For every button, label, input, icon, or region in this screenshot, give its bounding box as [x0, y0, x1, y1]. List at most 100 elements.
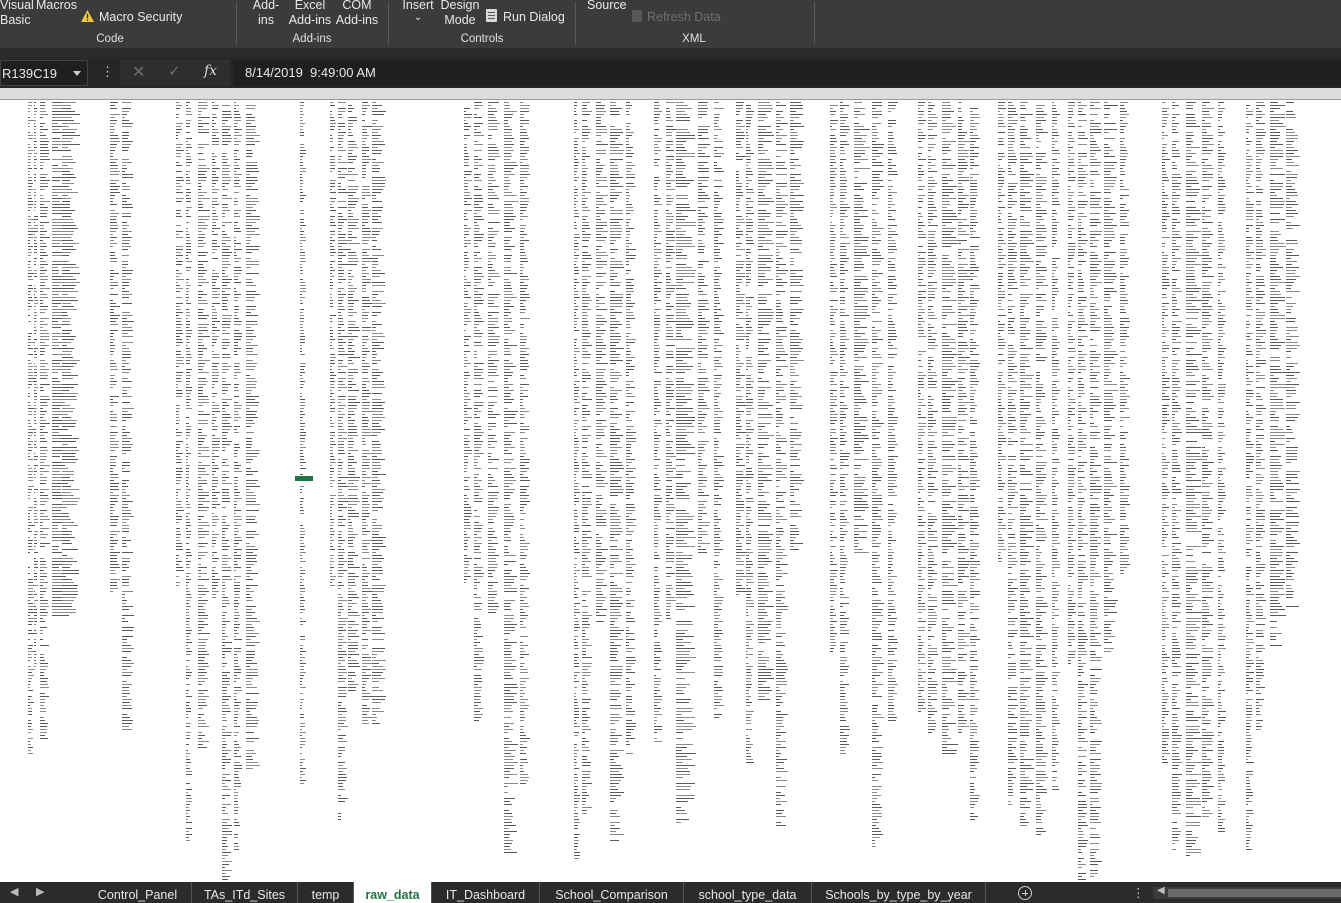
macros-button[interactable]: Macros	[36, 0, 77, 13]
cell-text-mark	[574, 423, 577, 424]
cell-text-mark	[40, 576, 47, 577]
cell-text-mark	[212, 174, 216, 175]
cell-text-mark	[28, 333, 32, 334]
cell-text-mark	[110, 309, 114, 310]
cell-text-mark	[300, 219, 304, 220]
cell-text-mark	[186, 246, 191, 247]
refresh-data-button[interactable]: Refresh Data	[647, 10, 721, 25]
more-options-icon[interactable]: ⋮	[101, 64, 114, 80]
cell-text-mark	[372, 336, 385, 337]
cell-text-mark	[62, 174, 74, 175]
cell-text-mark	[28, 189, 33, 190]
cell-text-mark	[234, 309, 239, 310]
xml-source-button[interactable]: Source	[587, 0, 627, 13]
cell-text-mark	[40, 408, 43, 409]
visual-basic-button[interactable]: Visual Basic	[0, 0, 34, 28]
cell-text-mark	[234, 468, 239, 469]
cell-text-mark	[330, 555, 334, 556]
cell-text-mark	[464, 378, 468, 379]
cell-text-mark	[110, 204, 117, 205]
cell-text-mark	[330, 156, 335, 157]
cell-text-mark	[372, 273, 385, 274]
cell-text-mark	[504, 741, 512, 742]
cell-text-mark	[362, 360, 365, 361]
cell-text-mark	[212, 345, 214, 346]
cell-text-mark	[474, 279, 481, 280]
cell-text-mark	[372, 165, 379, 166]
excel-addins-button[interactable]: Excel Add-ins	[287, 0, 333, 28]
cell-text-mark	[222, 303, 227, 304]
cell-text-mark	[212, 357, 220, 358]
cell-text-mark	[362, 384, 366, 385]
cell-text-mark	[110, 138, 119, 139]
cell-text-mark	[574, 582, 578, 583]
insert-function-icon[interactable]: fx	[204, 63, 217, 79]
column-headers[interactable]	[0, 88, 1341, 100]
cell-text-mark	[122, 507, 128, 508]
cell-text-mark	[582, 192, 591, 193]
cell-text-mark	[62, 549, 78, 550]
chevron-down-icon[interactable]	[73, 71, 81, 76]
macro-security-button[interactable]: Macro Security	[99, 10, 182, 25]
cell-text-mark	[520, 201, 529, 202]
cell-text-mark	[372, 381, 384, 382]
cell-text-mark	[474, 675, 481, 676]
cell-text-mark	[62, 513, 68, 514]
cell-text-mark	[234, 561, 237, 562]
cell-text-mark	[34, 561, 38, 562]
cell-text-mark	[110, 489, 119, 490]
cell-text-mark	[520, 783, 526, 784]
cell-text-mark	[372, 567, 382, 568]
design-mode-button[interactable]: Design Mode	[438, 0, 482, 28]
addins-group-label: Add-ins	[292, 33, 332, 45]
cell-text-mark	[362, 336, 368, 337]
cell-text-mark	[520, 291, 525, 292]
cell-text-mark	[372, 675, 381, 676]
cell-text-mark	[372, 576, 376, 577]
insert-control-button[interactable]: Insert ⌄	[398, 0, 438, 23]
cell-text-mark	[504, 387, 509, 388]
cell-text-mark	[52, 126, 63, 127]
cell-text-mark	[28, 384, 32, 385]
cell-text-mark	[222, 117, 232, 118]
cancel-icon[interactable]: ✕	[132, 62, 145, 82]
cell-text-mark	[330, 261, 335, 262]
cell-text-mark	[582, 234, 591, 235]
cell-text-mark	[582, 708, 590, 709]
cell-text-mark	[520, 537, 524, 538]
cell-text-mark	[338, 630, 346, 631]
cell-text-mark	[582, 654, 586, 655]
cell-text-mark	[372, 345, 380, 346]
com-addins-button[interactable]: COM Add-ins	[334, 0, 380, 28]
cell-text-mark	[464, 342, 466, 343]
cell-text-mark	[582, 804, 585, 805]
cell-text-mark	[474, 237, 483, 238]
cell-text-mark	[348, 126, 353, 127]
cell-text-mark	[348, 222, 358, 223]
cell-text-mark	[330, 381, 335, 382]
cell-text-mark	[372, 423, 379, 424]
cell-text-mark	[62, 159, 73, 160]
worksheet-grid[interactable]	[0, 100, 1341, 882]
cell-text-mark	[234, 777, 239, 778]
cell-text-mark	[372, 417, 385, 418]
cell-text-mark	[198, 279, 206, 280]
run-dialog-button[interactable]: Run Dialog	[503, 10, 565, 25]
cell-text-mark	[28, 363, 32, 364]
formula-input[interactable]: 8/14/2019 9:49:00 AM	[233, 60, 1341, 86]
enter-icon[interactable]: ✓	[168, 62, 181, 80]
cell-text-mark	[234, 183, 239, 184]
cell-text-mark	[40, 567, 47, 568]
cell-text-mark	[474, 567, 483, 568]
cell-text-mark	[28, 393, 30, 394]
cell-text-mark	[520, 462, 529, 463]
cell-text-mark	[198, 537, 205, 538]
addins-button[interactable]: Add- ins	[248, 0, 284, 28]
name-box[interactable]: R139C19	[0, 60, 88, 86]
cell-text-mark	[52, 195, 58, 196]
cell-text-mark	[574, 249, 579, 250]
cell-text-mark	[176, 291, 180, 292]
cell-text-mark	[464, 315, 468, 316]
cell-text-mark	[464, 480, 468, 481]
cell-text-mark	[246, 297, 255, 298]
